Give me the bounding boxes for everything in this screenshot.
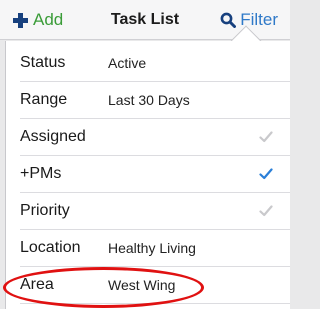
checkmark-icon[interactable] [259, 204, 273, 218]
filter-row-location[interactable]: Location Healthy Living [20, 230, 290, 267]
filter-row-assigned[interactable]: Assigned [20, 119, 290, 156]
filter-label-pms: +PMs [20, 165, 62, 182]
checkmark-icon[interactable] [259, 130, 273, 144]
filter-row-priority[interactable]: Priority [20, 193, 290, 230]
filter-row-status[interactable]: Status Active [20, 45, 290, 82]
filter-value-range: Last 30 Days [108, 92, 190, 108]
filter-label-range: Range [20, 91, 68, 108]
filter-label-assigned: Assigned [20, 128, 86, 145]
filter-value-location: Healthy Living [108, 240, 196, 256]
filter-label-priority: Priority [20, 202, 70, 219]
highlight-annotation [3, 267, 204, 308]
filter-label-location: Location [20, 239, 81, 256]
filter-label-status: Status [20, 54, 66, 71]
filter-row-range[interactable]: Range Last 30 Days [20, 82, 290, 119]
search-icon [220, 12, 237, 28]
filter-value-status: Active [108, 55, 147, 71]
checkmark-icon[interactable] [259, 167, 273, 181]
filter-row-pms[interactable]: +PMs [20, 156, 290, 193]
